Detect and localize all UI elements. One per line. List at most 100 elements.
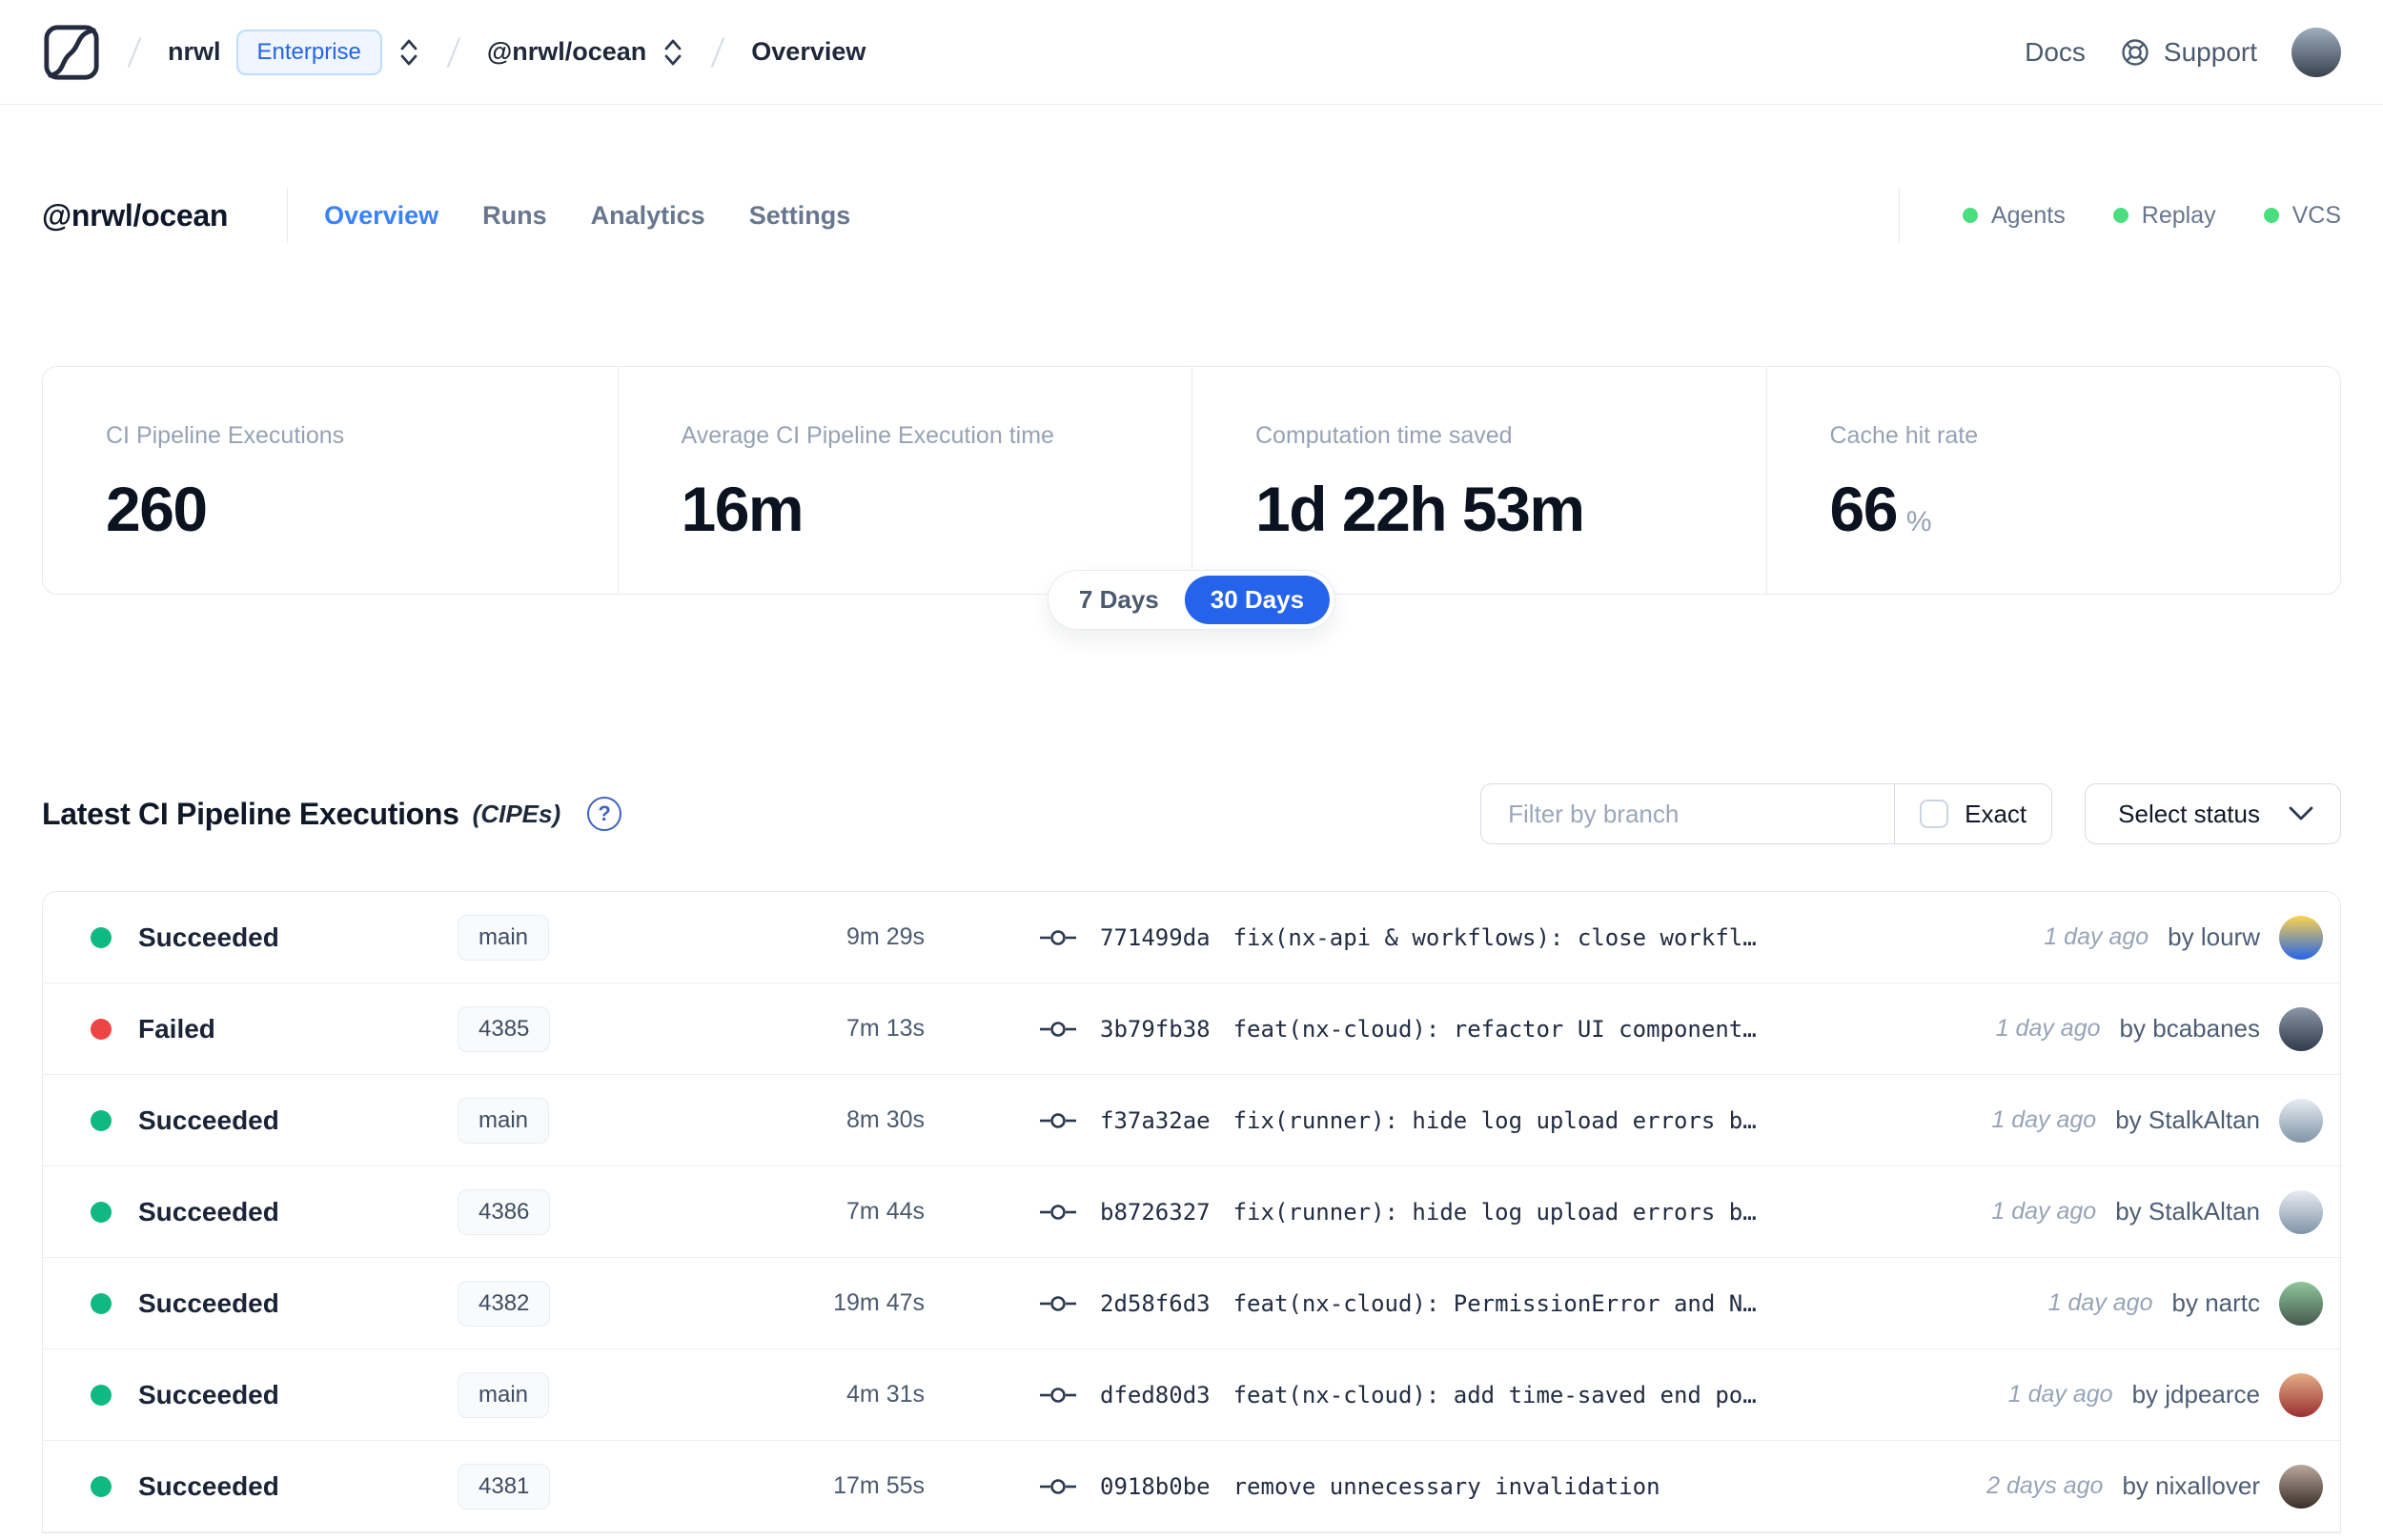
duration: 7m 44s (846, 1198, 925, 1225)
commit-hash[interactable]: 3b79fb38 (1100, 1016, 1211, 1043)
nx-cloud-logo-icon (44, 24, 99, 80)
tab-runs[interactable]: Runs (482, 201, 547, 231)
topbar: nrwl Enterprise @nrwl/ocean Overview Doc (0, 0, 2383, 105)
breadcrumb-slash (446, 36, 461, 68)
page-crumb: Overview (751, 37, 866, 66)
commit-icon (1040, 929, 1076, 945)
org-switcher[interactable] (397, 35, 420, 70)
chevron-up-down-icon (400, 39, 418, 65)
time-ago: 1 day ago (1991, 1198, 2097, 1225)
branch-filter-input[interactable] (1481, 784, 1895, 843)
stat-value: 1d 22h 53m (1255, 474, 1585, 544)
commit-message: remove unnecessary invalidation (1232, 1472, 1660, 1500)
branch-badge: main (458, 914, 550, 961)
commit-message: fix(runner): hide log upload errors b… (1232, 1198, 1757, 1226)
commit-message: fix(runner): hide log upload errors b… (1232, 1106, 1757, 1134)
org-name[interactable]: nrwl (168, 37, 221, 67)
range-option-7-days[interactable]: 7 Days (1053, 576, 1185, 624)
breadcrumb-slash (710, 36, 725, 68)
table-row[interactable]: Succeeded main 9m 29s 771499da fix(nx-api… (43, 892, 2340, 983)
exact-label: Exact (1965, 799, 2027, 828)
stat-value: 66 % (1829, 474, 1932, 544)
stat-value: 260 (106, 474, 208, 544)
commit-hash[interactable]: 0918b0be (1100, 1473, 1211, 1500)
tab-settings[interactable]: Settings (749, 201, 851, 231)
status-dot (91, 1475, 112, 1497)
time-ago: 1 day ago (2044, 923, 2149, 950)
exact-checkbox[interactable] (1920, 800, 1949, 828)
table-row[interactable]: Succeeded 4386 7m 44s b8726327 fix(runner… (43, 1166, 2340, 1258)
status-label: Succeeded (138, 1379, 279, 1409)
duration: 9m 29s (846, 923, 925, 950)
status-dot (91, 1201, 112, 1223)
duration: 7m 13s (846, 1015, 925, 1042)
commit-icon (1040, 1295, 1076, 1311)
stat-value: 16m (681, 474, 805, 544)
table-row[interactable]: Succeeded main 4m 31s dfed80d3 feat(nx-cl… (43, 1349, 2340, 1441)
stat-label: Cache hit rate (1829, 422, 1979, 449)
service-status-agents: Agents (1962, 202, 2066, 230)
commit-hash[interactable]: 771499da (1100, 924, 1211, 951)
branch-badge: 4381 (458, 1463, 551, 1510)
status-label: Failed (138, 1013, 215, 1044)
chevron-up-down-icon (664, 39, 682, 65)
commit-icon (1040, 1204, 1076, 1220)
section-title-suffix: (CIPEs) (472, 799, 561, 828)
time-ago: 1 day ago (2007, 1381, 2113, 1408)
time-ago: 1 day ago (2047, 1289, 2153, 1316)
table-row[interactable]: Failed 4385 7m 13s 3b79fb38 feat(nx-cloud… (43, 983, 2340, 1075)
docs-link[interactable]: Docs (2025, 37, 2086, 68)
range-option-30-days[interactable]: 30 Days (1184, 576, 1331, 624)
service-label: VCS (2291, 201, 2341, 229)
stat-label: Computation time saved (1255, 422, 1513, 449)
status-dot (2263, 208, 2279, 223)
avatar (2279, 1006, 2323, 1051)
tab-overview[interactable]: Overview (324, 201, 438, 231)
service-status-group: Agents Replay VCS (1898, 188, 2341, 243)
chevron-down-icon (2289, 806, 2313, 821)
enterprise-badge: Enterprise (235, 29, 382, 75)
avatar (2279, 1189, 2323, 1234)
service-status-replay: Replay (2112, 202, 2216, 230)
user-avatar[interactable] (2291, 27, 2341, 77)
lifebuoy-icon (2122, 38, 2149, 66)
author: by jdpearce (2131, 1380, 2260, 1408)
commit-icon (1040, 1021, 1076, 1037)
nx-cloud-logo[interactable] (42, 23, 101, 82)
author: by lourw (2168, 922, 2260, 951)
table-row[interactable]: Succeeded main 8m 30s f37a32ae fix(runner… (43, 1075, 2340, 1166)
stat-unit: % (1905, 506, 1932, 537)
avatar (2279, 1098, 2323, 1143)
commit-hash[interactable]: f37a32ae (1100, 1107, 1211, 1134)
status-select-button[interactable]: Select status (2085, 783, 2341, 844)
commit-icon (1040, 1387, 1076, 1403)
status-select-label: Select status (2118, 799, 2260, 828)
time-ago: 1 day ago (1995, 1015, 2101, 1042)
table-row[interactable]: Succeeded 4381 17m 55s 0918b0be remove un… (43, 1441, 2340, 1532)
commit-hash[interactable]: dfed80d3 (1100, 1382, 1211, 1408)
exact-toggle[interactable]: Exact (1894, 784, 2051, 843)
workspace-name[interactable]: @nrwl/ocean (487, 37, 646, 67)
stat-cards: CI Pipeline Executions 260 Average CI Pi… (42, 366, 2341, 595)
author: by nartc (2171, 1288, 2260, 1317)
stat-label: CI Pipeline Executions (106, 422, 345, 449)
branch-badge: 4382 (458, 1280, 551, 1327)
author: by nixallover (2122, 1471, 2260, 1500)
tab-analytics[interactable]: Analytics (591, 201, 705, 231)
help-icon[interactable]: ? (587, 797, 622, 831)
commit-hash[interactable]: 2d58f6d3 (1100, 1290, 1211, 1317)
branch-badge: main (458, 1371, 550, 1418)
status-dot (91, 1109, 112, 1131)
branch-filter-group: Exact (1480, 783, 2053, 844)
avatar (2279, 915, 2323, 960)
stat-label: Average CI Pipeline Execution time (681, 422, 1054, 449)
duration: 19m 47s (833, 1289, 925, 1316)
status-dot (91, 1292, 112, 1314)
workspace-header: @nrwl/ocean Overview Runs Analytics Sett… (42, 187, 2341, 244)
workspace-switcher[interactable] (662, 35, 684, 70)
commit-hash[interactable]: b8726327 (1100, 1199, 1211, 1226)
duration: 4m 31s (846, 1381, 925, 1408)
cipes-filters: Exact Select status (1480, 783, 2341, 844)
table-row[interactable]: Succeeded 4382 19m 47s 2d58f6d3 feat(nx-c… (43, 1258, 2340, 1349)
support-link[interactable]: Support (2120, 37, 2257, 68)
